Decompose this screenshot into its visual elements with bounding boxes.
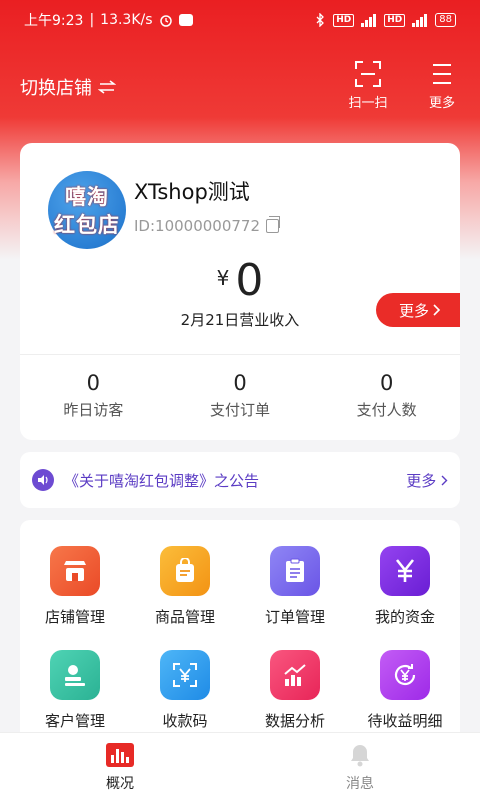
signal-icon (361, 14, 377, 27)
grid-item-label: 待收益明细 (367, 712, 443, 730)
customer-icon (50, 650, 100, 700)
menu-icon (433, 64, 451, 84)
stat-visitors[interactable]: 0 昨日访客 (20, 371, 167, 420)
grid-item-label: 订单管理 (264, 608, 325, 626)
revenue-more-button[interactable]: 更多 (376, 293, 460, 327)
function-grid: 店铺管理 商品管理 订单管理 我的资金 客户管理 收款码 数据分析 待收益明细 (20, 520, 460, 760)
stat-label: 昨日访客 (63, 401, 124, 419)
stat-value: 0 (379, 371, 394, 395)
hd-icon: HD (333, 13, 355, 27)
yen-refresh-icon (380, 650, 430, 700)
announcement-bar[interactable]: 《关于嘻淘红包调整》之公告 更多 (20, 452, 460, 508)
store-logo: 嘻淘 红包店 (48, 171, 126, 249)
stats-row: 0 昨日访客 0 支付订单 0 支付人数 (20, 371, 460, 420)
scan-yen-icon (160, 650, 210, 700)
grid-item-order-management[interactable]: 订单管理 (240, 546, 350, 627)
stat-label: 支付订单 (210, 401, 271, 419)
tab-messages[interactable]: 消息 (240, 733, 480, 800)
grid-item-label: 数据分析 (264, 712, 325, 730)
tab-label: 消息 (346, 776, 374, 792)
scan-label: 扫一扫 (348, 96, 388, 111)
scan-icon (355, 61, 381, 87)
revenue-more-label: 更多 (398, 301, 429, 320)
tab-label: 概况 (106, 776, 134, 792)
announcement-more-link[interactable]: 更多 (406, 470, 448, 491)
header: 切换店铺 扫一扫 更多 (0, 56, 480, 116)
more-button[interactable]: 更多 (418, 60, 466, 111)
status-bar: 上午9:23 | 13.3K/s HD HD 88 (0, 0, 480, 40)
switch-store-label: 切换店铺 (20, 78, 92, 99)
currency-symbol: ¥ (216, 266, 230, 290)
logo-text-line2: 红包店 (54, 213, 120, 237)
grid-item-label: 商品管理 (154, 608, 215, 626)
speaker-icon (32, 469, 54, 491)
announcement-text: 《关于嘻淘红包调整》之公告 (64, 471, 260, 490)
bar-chart-icon (106, 743, 134, 767)
bottom-tab-bar: 概况 消息 (0, 732, 480, 800)
copy-icon[interactable] (266, 216, 281, 233)
grid-item-customer-management[interactable]: 客户管理 (20, 650, 130, 731)
grid-item-label: 店铺管理 (44, 608, 105, 626)
battery-indicator: 88 (435, 13, 456, 27)
grid-item-payment-code[interactable]: 收款码 (130, 650, 240, 731)
announcement-more-label: 更多 (406, 471, 437, 490)
store-icon (50, 546, 100, 596)
grid-item-my-funds[interactable]: 我的资金 (350, 546, 460, 627)
grid-item-pending-earnings[interactable]: 待收益明细 (350, 650, 460, 731)
logo-text-line1: 嘻淘 (65, 185, 109, 209)
tab-overview[interactable]: 概况 (0, 733, 240, 800)
divider (20, 354, 460, 355)
store-card: 嘻淘 红包店 XTshop测试 ID:10000000772 ¥0 2月21日营… (20, 143, 460, 440)
switch-store-button[interactable]: 切换店铺 (20, 74, 116, 100)
network-speed: 13.3K/s (100, 12, 153, 28)
stat-value: 0 (86, 371, 101, 395)
stat-payers[interactable]: 0 支付人数 (313, 371, 460, 420)
clipboard-icon (270, 546, 320, 596)
stat-orders[interactable]: 0 支付订单 (167, 371, 314, 420)
yen-icon (380, 546, 430, 596)
grid-item-store-management[interactable]: 店铺管理 (20, 546, 130, 627)
revenue-value: 0 (235, 255, 264, 306)
store-id: ID:10000000772 (134, 217, 261, 235)
grid-item-data-analysis[interactable]: 数据分析 (240, 650, 350, 731)
hd-icon: HD (384, 13, 406, 27)
shopping-bag-icon (160, 546, 210, 596)
grid-item-label: 收款码 (162, 712, 208, 730)
grid-item-label: 客户管理 (44, 712, 105, 730)
swap-icon (98, 80, 116, 94)
more-label: 更多 (428, 96, 455, 111)
wechat-icon (178, 14, 193, 26)
bluetooth-icon (316, 13, 325, 27)
status-time: 上午9:23 (24, 13, 84, 29)
grid-item-product-management[interactable]: 商品管理 (130, 546, 240, 627)
chevron-right-icon (441, 475, 448, 485)
chevron-right-icon (433, 304, 441, 316)
bell-icon (351, 745, 369, 767)
stat-label: 支付人数 (356, 401, 417, 419)
store-name: XTshop测试 (134, 180, 250, 204)
grid-item-label: 我的资金 (374, 608, 435, 626)
chart-icon (270, 650, 320, 700)
scan-button[interactable]: 扫一扫 (344, 60, 392, 111)
signal-icon (412, 14, 428, 27)
stat-value: 0 (233, 371, 247, 395)
alarm-icon (159, 15, 172, 27)
store-id-row: ID:10000000772 (134, 216, 281, 235)
